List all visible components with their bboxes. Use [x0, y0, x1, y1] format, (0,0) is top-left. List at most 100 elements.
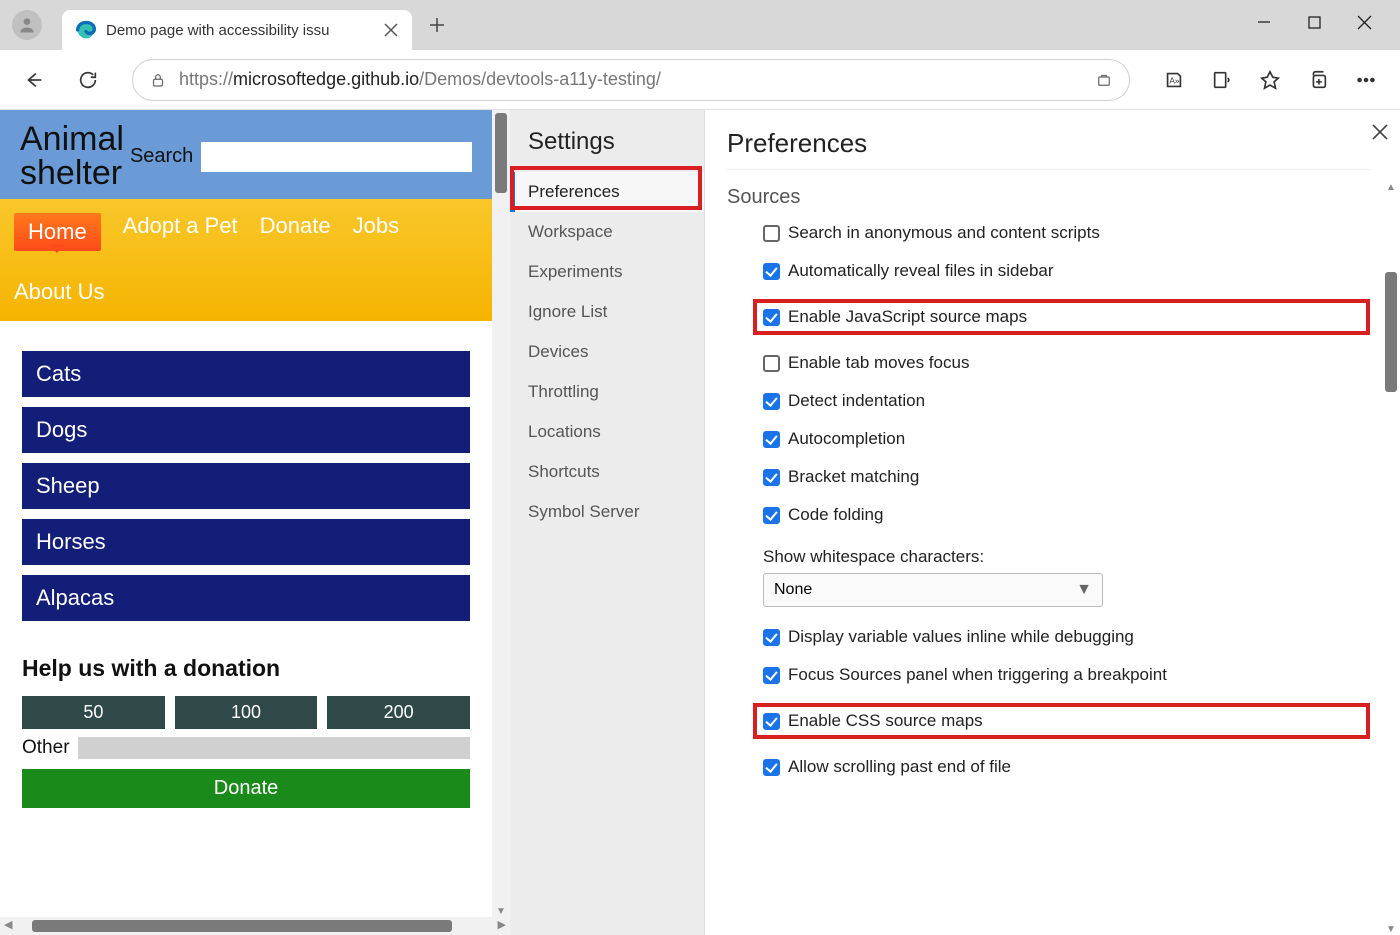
settings-category-locations[interactable]: Locations	[510, 412, 704, 452]
settings-category-shortcuts[interactable]: Shortcuts	[510, 452, 704, 492]
category-item[interactable]: Sheep	[22, 463, 470, 509]
nav-home[interactable]: Home	[14, 213, 101, 251]
checkbox[interactable]	[763, 393, 780, 410]
pref-option[interactable]: Detect indentation	[763, 391, 1370, 411]
read-aloud-button[interactable]: A»	[1154, 60, 1194, 100]
page-vertical-scrollbar[interactable]: ▼	[492, 110, 510, 935]
donation-amounts: 50 100 200	[22, 696, 470, 729]
close-icon	[1371, 123, 1389, 141]
pref-option-label: Automatically reveal files in sidebar	[788, 261, 1054, 281]
scrollbar-thumb[interactable]	[495, 113, 507, 193]
new-tab-button[interactable]	[420, 8, 454, 42]
favorite-button[interactable]	[1250, 60, 1290, 100]
section-sources-heading: Sources	[727, 186, 1370, 209]
window-controls	[1254, 0, 1390, 32]
checkbox[interactable]	[763, 507, 780, 524]
svg-text:A»: A»	[1169, 76, 1180, 85]
settings-category-experiments[interactable]: Experiments	[510, 252, 704, 292]
site-title: Animal shelter	[20, 122, 124, 191]
read-aloud-icon: A»	[1163, 69, 1185, 91]
pref-option[interactable]: Enable JavaScript source maps	[763, 307, 1027, 327]
amount-button[interactable]: 50	[22, 696, 165, 729]
category-item[interactable]: Dogs	[22, 407, 470, 453]
maximize-icon	[1308, 16, 1321, 29]
browser-tab[interactable]: Demo page with accessibility issu	[62, 10, 412, 50]
checkbox[interactable]	[763, 309, 780, 326]
donation-other-row: Other	[22, 737, 470, 759]
amount-button[interactable]: 200	[327, 696, 470, 729]
address-bar[interactable]: https://microsoftedge.github.io/Demos/de…	[132, 59, 1130, 101]
nav-adopt[interactable]: Adopt a Pet	[123, 213, 238, 251]
checkbox[interactable]	[763, 469, 780, 486]
close-window-button[interactable]	[1354, 12, 1374, 32]
scroll-left-icon[interactable]: ◀	[4, 918, 12, 931]
edge-favicon-icon	[76, 20, 96, 40]
maximize-button[interactable]	[1304, 12, 1324, 32]
pref-option[interactable]: Enable CSS source maps	[763, 711, 983, 731]
close-settings-button[interactable]	[1366, 118, 1394, 146]
scroll-right-icon[interactable]: ▶	[498, 918, 506, 931]
settings-category-workspace[interactable]: Workspace	[510, 212, 704, 252]
shopping-icon[interactable]	[1095, 71, 1113, 89]
whitespace-select[interactable]: None ▼	[763, 573, 1103, 607]
checkbox[interactable]	[763, 225, 780, 242]
scrollbar-thumb[interactable]	[32, 920, 452, 932]
scroll-down-icon[interactable]: ▼	[492, 906, 510, 917]
pref-option[interactable]: Bracket matching	[763, 467, 1370, 487]
other-amount-input[interactable]	[78, 737, 470, 759]
whitespace-label: Show whitespace characters:	[763, 547, 1370, 567]
checkbox[interactable]	[763, 759, 780, 776]
back-button[interactable]	[14, 60, 54, 100]
toolbar: https://microsoftedge.github.io/Demos/de…	[0, 50, 1400, 110]
checkbox[interactable]	[763, 713, 780, 730]
pref-option-label: Search in anonymous and content scripts	[788, 223, 1100, 243]
settings-category-ignore-list[interactable]: Ignore List	[510, 292, 704, 332]
pref-option[interactable]: Allow scrolling past end of file	[763, 757, 1370, 777]
checkbox[interactable]	[763, 629, 780, 646]
scroll-down-icon[interactable]: ▼	[1382, 924, 1400, 935]
nav-donate[interactable]: Donate	[260, 213, 331, 251]
checkbox[interactable]	[763, 667, 780, 684]
scroll-up-icon[interactable]: ▲	[1382, 182, 1400, 193]
profile-avatar[interactable]	[12, 10, 42, 40]
settings-category-devices[interactable]: Devices	[510, 332, 704, 372]
reading-mode-button[interactable]	[1202, 60, 1242, 100]
pref-option[interactable]: Display variable values inline while deb…	[763, 627, 1370, 647]
pref-option[interactable]: Focus Sources panel when triggering a br…	[763, 665, 1370, 685]
titlebar: Demo page with accessibility issu	[0, 0, 1400, 50]
donate-button[interactable]: Donate	[22, 769, 470, 808]
search-input[interactable]	[201, 142, 472, 172]
collections-button[interactable]	[1298, 60, 1338, 100]
refresh-button[interactable]	[68, 60, 108, 100]
tab-close-icon[interactable]	[384, 23, 398, 37]
category-item[interactable]: Cats	[22, 351, 470, 397]
pref-option[interactable]: Code folding	[763, 505, 1370, 525]
toolbar-actions: A»	[1154, 60, 1386, 100]
checkbox[interactable]	[763, 263, 780, 280]
pref-option-label: Allow scrolling past end of file	[788, 757, 1011, 777]
page-horizontal-scrollbar[interactable]: ◀ ▶	[0, 917, 510, 935]
checkbox[interactable]	[763, 355, 780, 372]
settings-category-preferences[interactable]: Preferences	[510, 172, 704, 212]
pref-option[interactable]: Automatically reveal files in sidebar	[763, 261, 1370, 281]
pref-option[interactable]: Autocompletion	[763, 429, 1370, 449]
nav-about[interactable]: About Us	[14, 279, 105, 304]
pref-option[interactable]: Enable tab moves focus	[763, 353, 1370, 373]
settings-category-symbol-server[interactable]: Symbol Server	[510, 492, 704, 532]
nav-jobs[interactable]: Jobs	[353, 213, 399, 251]
category-item[interactable]: Alpacas	[22, 575, 470, 621]
other-label: Other	[22, 737, 70, 759]
scrollbar-thumb[interactable]	[1385, 272, 1397, 392]
pref-option[interactable]: Search in anonymous and content scripts	[763, 223, 1370, 243]
menu-button[interactable]	[1346, 60, 1386, 100]
page-pane: Animal shelter Search Home Adopt a Pet D…	[0, 110, 510, 935]
category-item[interactable]: Horses	[22, 519, 470, 565]
preferences-scrollbar[interactable]: ▲ ▼	[1382, 182, 1400, 935]
devtools-panel: Settings PreferencesWorkspaceExperiments…	[510, 110, 1400, 935]
collections-icon	[1307, 69, 1329, 91]
settings-category-throttling[interactable]: Throttling	[510, 372, 704, 412]
search-label: Search	[130, 145, 193, 168]
minimize-button[interactable]	[1254, 12, 1274, 32]
checkbox[interactable]	[763, 431, 780, 448]
amount-button[interactable]: 100	[175, 696, 318, 729]
